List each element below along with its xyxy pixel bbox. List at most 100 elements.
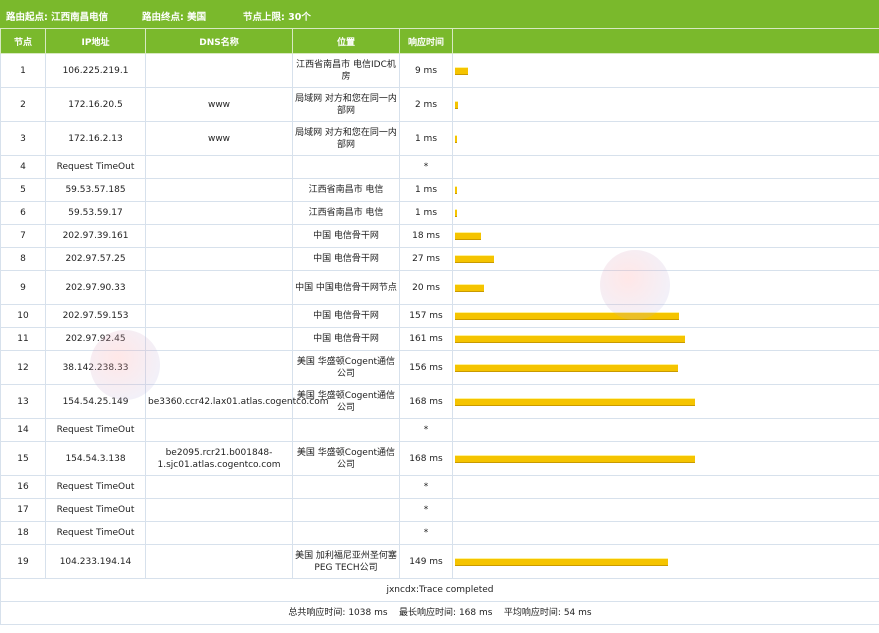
hop-node: 19 xyxy=(0,544,46,579)
hop-bar-cell xyxy=(452,327,879,351)
hop-location: 美国 加利福尼亚州圣何塞PEG TECH公司 xyxy=(292,544,400,579)
hop-bar-cell xyxy=(452,350,879,385)
hop-dns xyxy=(145,475,293,499)
hop-location: 中国 电信骨干网 xyxy=(292,327,400,351)
column-header-response: 响应时间 xyxy=(399,28,453,54)
hop-bar-cell xyxy=(452,441,879,476)
hop-row: 10 202.97.59.153 中国 电信骨干网 157 ms xyxy=(0,304,879,328)
hop-location: 中国 电信骨干网 xyxy=(292,224,400,248)
hop-bar-cell xyxy=(452,475,879,499)
hop-node: 8 xyxy=(0,247,46,271)
hop-ip: Request TimeOut xyxy=(45,418,146,442)
hop-row: 18 Request TimeOut * xyxy=(0,521,879,545)
hop-ip: 202.97.59.153 xyxy=(45,304,146,328)
hop-bar-cell xyxy=(452,121,879,156)
hop-node: 1 xyxy=(0,53,46,88)
hop-location: 局域网 对方和您在同一内部网 xyxy=(292,87,400,122)
hop-dns xyxy=(145,178,293,202)
hop-dns xyxy=(145,247,293,271)
hop-time: * xyxy=(399,418,453,442)
hop-time: 1 ms xyxy=(399,178,453,202)
hop-node: 12 xyxy=(0,350,46,385)
response-time-bar xyxy=(455,186,457,194)
hop-location xyxy=(292,155,400,179)
hop-dns xyxy=(145,498,293,522)
route-start-value: 江西南昌电信 xyxy=(51,12,109,23)
trace-completed-text: jxncdx:Trace completed xyxy=(0,578,879,602)
response-time-bar xyxy=(455,255,494,263)
hop-row: 13 154.54.25.149 be3360.ccr42.lax01.atlas.… xyxy=(0,384,879,419)
hop-node: 7 xyxy=(0,224,46,248)
hop-bar-cell xyxy=(452,544,879,579)
table-header-row: 节点 IP地址 DNS名称 位置 响应时间 xyxy=(0,28,879,54)
hop-time: 20 ms xyxy=(399,270,453,305)
hop-ip: Request TimeOut xyxy=(45,475,146,499)
hop-dns: www xyxy=(145,121,293,156)
hop-dns xyxy=(145,155,293,179)
total-time-label: 总共响应时间: xyxy=(288,608,346,618)
hop-node: 16 xyxy=(0,475,46,499)
node-limit-label: 节点上限: xyxy=(243,12,285,23)
hop-node: 18 xyxy=(0,521,46,545)
hop-bar-cell xyxy=(452,521,879,545)
column-header-dns: DNS名称 xyxy=(145,28,293,54)
hop-location: 中国 电信骨干网 xyxy=(292,304,400,328)
hop-ip: 202.97.57.25 xyxy=(45,247,146,271)
response-time-bar xyxy=(455,100,458,109)
hop-ip: 38.142.238.33 xyxy=(45,350,146,385)
hop-row: 19 104.233.194.14 美国 加利福尼亚州圣何塞PEG TECH公司 14… xyxy=(0,544,879,579)
hop-row: 17 Request TimeOut * xyxy=(0,498,879,522)
response-time-bar xyxy=(455,134,457,143)
hop-time: 18 ms xyxy=(399,224,453,248)
hop-location: 中国 中国电信骨干网节点 xyxy=(292,270,400,305)
hop-row: 1 106.225.219.1 江西省南昌市 电信IDC机房 9 ms xyxy=(0,53,879,88)
response-time-bar xyxy=(455,335,685,343)
hop-dns xyxy=(145,201,293,225)
hop-row: 2 172.16.20.5 www 局域网 对方和您在同一内部网 2 ms xyxy=(0,87,879,122)
hop-dns: be3360.ccr42.lax01.atlas.cogentco.com xyxy=(145,384,329,419)
hop-node: 13 xyxy=(0,384,46,419)
hop-location: 美国 华盛顿Cogent通信公司 xyxy=(292,350,400,385)
node-limit: 节点上限: 30个 xyxy=(243,9,311,23)
avg-time-value: 54 ms xyxy=(563,608,592,618)
hop-time: 168 ms xyxy=(399,441,453,476)
hop-node: 6 xyxy=(0,201,46,225)
hop-ip: 172.16.2.13 xyxy=(45,121,146,156)
hop-row: 9 202.97.90.33 中国 中国电信骨干网节点 20 ms xyxy=(0,270,879,305)
hop-row: 12 38.142.238.33 美国 华盛顿Cogent通信公司 156 ms xyxy=(0,350,879,385)
hop-node: 2 xyxy=(0,87,46,122)
hop-ip: 59.53.59.17 xyxy=(45,201,146,225)
summary-cell: 总共响应时间: 1038 ms 最长响应时间: 168 ms 平均响应时间: 5… xyxy=(0,601,879,625)
hop-bar-cell xyxy=(452,418,879,442)
hop-ip: 154.54.25.149 xyxy=(45,384,146,419)
hop-row: 11 202.97.92.45 中国 电信骨干网 161 ms xyxy=(0,327,879,351)
total-time-value: 1038 ms xyxy=(348,608,388,618)
hop-time: * xyxy=(399,475,453,499)
hop-bar-cell xyxy=(452,201,879,225)
hop-ip: 106.225.219.1 xyxy=(45,53,146,88)
hop-bar-cell xyxy=(452,224,879,248)
hop-location: 江西省南昌市 电信 xyxy=(292,201,400,225)
response-time-bar xyxy=(455,363,678,372)
hop-ip: Request TimeOut xyxy=(45,155,146,179)
hop-time: 157 ms xyxy=(399,304,453,328)
route-start-label: 路由起点: xyxy=(6,12,48,23)
hop-location xyxy=(292,475,400,499)
hop-time: 1 ms xyxy=(399,121,453,156)
hop-ip: Request TimeOut xyxy=(45,521,146,545)
max-time-label: 最长响应时间: xyxy=(399,608,457,618)
hop-ip: 104.233.194.14 xyxy=(45,544,146,579)
response-time-bar xyxy=(455,209,457,217)
summary-row: 总共响应时间: 1038 ms 最长响应时间: 168 ms 平均响应时间: 5… xyxy=(0,601,879,625)
hop-time: 2 ms xyxy=(399,87,453,122)
hop-dns xyxy=(145,270,293,305)
traceroute-table: 节点 IP地址 DNS名称 位置 响应时间 1 106.225.219.1 江西省南… xyxy=(0,28,879,625)
hop-dns xyxy=(145,350,293,385)
hop-location: 局域网 对方和您在同一内部网 xyxy=(292,121,400,156)
hop-time: 149 ms xyxy=(399,544,453,579)
hop-location xyxy=(292,521,400,545)
route-end-value: 美国 xyxy=(187,12,207,23)
hop-time: 161 ms xyxy=(399,327,453,351)
hop-row: 14 Request TimeOut * xyxy=(0,418,879,442)
hop-row: 6 59.53.59.17 江西省南昌市 电信 1 ms xyxy=(0,201,879,225)
